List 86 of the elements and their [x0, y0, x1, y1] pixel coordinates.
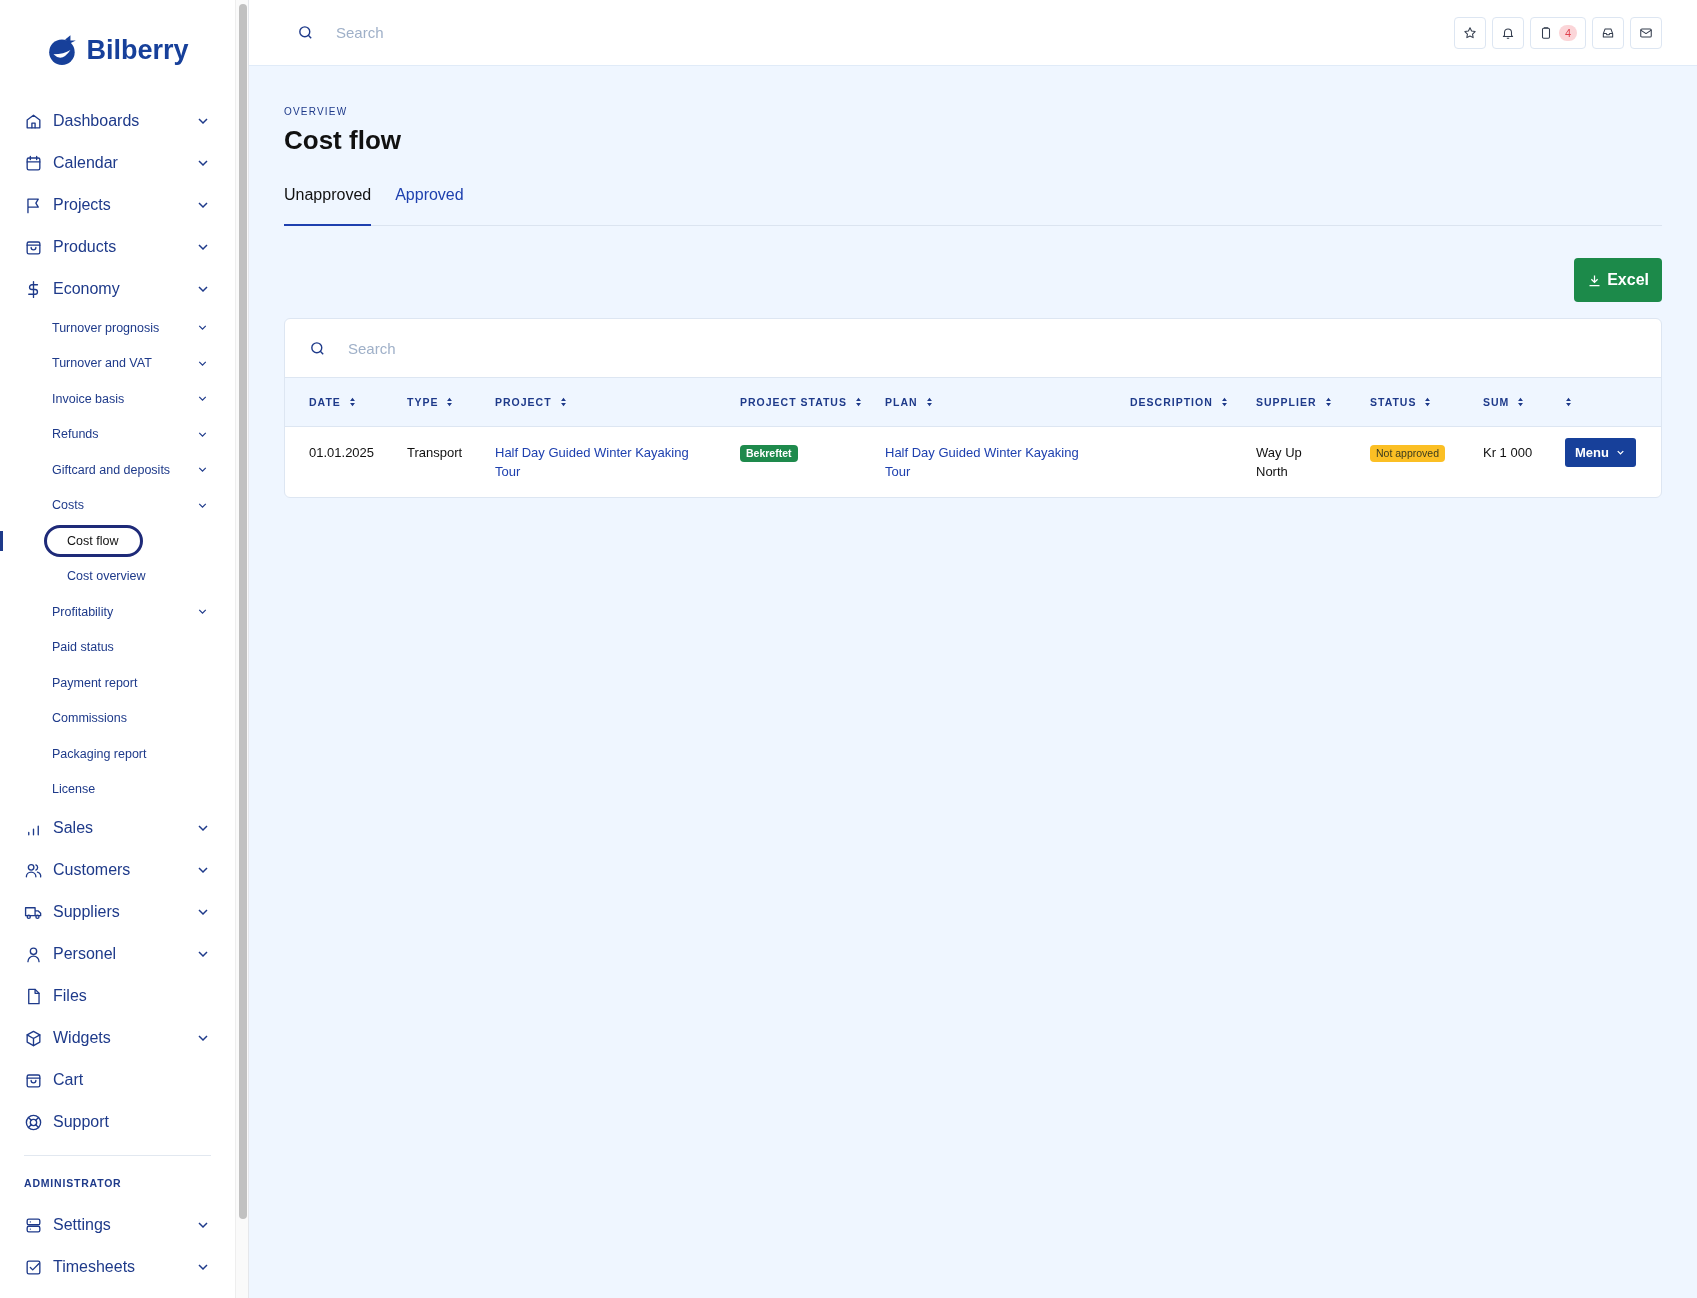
- nav-item[interactable]: Sales: [24, 807, 211, 849]
- table-cell: Way Up North: [1256, 445, 1302, 479]
- nav-item[interactable]: Projects: [24, 184, 211, 226]
- table-link[interactable]: Half Day Guided Winter Kayaking Tour: [885, 443, 1090, 481]
- nav-subitem[interactable]: Turnover prognosis: [24, 310, 211, 346]
- nav-subitem[interactable]: Payment report: [24, 665, 211, 701]
- nav-item[interactable]: Economy: [24, 268, 211, 310]
- nav-item[interactable]: Dashboards: [24, 100, 211, 142]
- sort-icon[interactable]: [446, 397, 454, 407]
- star-button[interactable]: [1453, 16, 1486, 49]
- column-header[interactable]: SUPPLIER: [1256, 396, 1317, 408]
- sort-icon[interactable]: [348, 397, 356, 407]
- nav-item[interactable]: Suppliers: [24, 891, 211, 933]
- nav-subitem[interactable]: Profitability: [24, 594, 211, 630]
- logo-text: Bilberry: [86, 34, 189, 66]
- bell-button[interactable]: [1491, 16, 1524, 49]
- inbox-icon: [1601, 25, 1615, 40]
- table-cell: Transport: [407, 445, 463, 460]
- column-header[interactable]: PLAN: [885, 396, 918, 408]
- sort-icon[interactable]: [1324, 397, 1332, 407]
- page-title: Cost flow: [284, 125, 402, 156]
- nav-item[interactable]: Timesheets: [24, 1246, 211, 1288]
- calendar-icon: [24, 153, 43, 173]
- sort-icon[interactable]: [1220, 397, 1228, 407]
- scrollbar[interactable]: [239, 4, 247, 1219]
- mail-button[interactable]: [1630, 16, 1662, 49]
- sort-icon[interactable]: [1565, 397, 1572, 407]
- section-label: ADMINISTRATOR: [24, 1176, 123, 1191]
- nav-item[interactable]: Settings: [24, 1204, 211, 1246]
- mail-icon: [1639, 25, 1653, 40]
- search-field[interactable]: Search: [334, 23, 1454, 42]
- column-header[interactable]: DATE: [309, 396, 341, 408]
- sort-icon[interactable]: [925, 397, 933, 407]
- star-icon: [1462, 25, 1477, 40]
- table-link[interactable]: Half Day Guided Winter Kayaking Tour: [495, 443, 700, 481]
- nav-subitem[interactable]: Cost overview: [40, 560, 149, 593]
- home-icon: [24, 111, 43, 131]
- nav-subitem[interactable]: Costs: [24, 487, 211, 523]
- search-icon: [297, 24, 314, 41]
- tab[interactable]: Unapproved: [284, 180, 372, 226]
- nav-item[interactable]: Widgets: [24, 1017, 211, 1059]
- nav-subitem[interactable]: Cost flow: [44, 524, 144, 557]
- cube-icon: [24, 1028, 43, 1048]
- status-badge: Not approved: [1370, 445, 1446, 462]
- table-cell: Kr 1 000: [1483, 445, 1533, 460]
- lifebuoy-icon: [24, 1112, 43, 1132]
- nav-item[interactable]: Products: [24, 226, 211, 268]
- column-header[interactable]: TYPE: [407, 396, 439, 408]
- menu-button[interactable]: Menu: [1565, 438, 1636, 467]
- column-header[interactable]: SUM: [1483, 396, 1510, 408]
- column-header[interactable]: DESCRIPTION: [1130, 396, 1213, 408]
- nav-item[interactable]: Customers: [24, 849, 211, 891]
- bell-icon: [1500, 25, 1515, 40]
- nav-item[interactable]: Files: [24, 975, 211, 1017]
- nav-subitem[interactable]: Packaging report: [24, 736, 211, 772]
- column-header[interactable]: STATUS: [1370, 396, 1417, 408]
- user-icon: [24, 944, 43, 964]
- inbox-button[interactable]: [1592, 16, 1624, 49]
- column-header[interactable]: PROJECT STATUS: [740, 396, 847, 408]
- active-indicator: [0, 531, 3, 551]
- status-badge: Bekreftet: [740, 445, 798, 462]
- table-cell: 01.01.2025: [309, 445, 375, 460]
- nav-item[interactable]: Calendar: [24, 142, 211, 184]
- nav-subitem[interactable]: Invoice basis: [24, 381, 211, 417]
- nav-item[interactable]: Support: [24, 1101, 211, 1143]
- tab[interactable]: Approved: [395, 180, 464, 226]
- notification-badge: 4: [1558, 24, 1577, 41]
- nav-item[interactable]: Cart: [24, 1059, 211, 1101]
- nav-subitem[interactable]: Paid status: [24, 629, 211, 665]
- nav-subitem[interactable]: Turnover and VAT: [24, 345, 211, 381]
- excel-export-button[interactable]: Excel: [1574, 258, 1662, 302]
- sort-icon[interactable]: [1424, 397, 1432, 407]
- table-search-field[interactable]: Search: [346, 338, 1637, 358]
- nav-subitem[interactable]: Refunds: [24, 416, 211, 452]
- nav-subitem[interactable]: License: [24, 771, 211, 807]
- checkbox-icon: [24, 1257, 43, 1277]
- server-icon: [24, 1215, 43, 1235]
- sort-icon[interactable]: [854, 397, 862, 407]
- nav-subitem[interactable]: Giftcard and deposits: [24, 452, 211, 488]
- column-header[interactable]: PROJECT: [495, 396, 552, 408]
- nav-item[interactable]: Personel: [24, 933, 211, 975]
- sort-icon[interactable]: [1517, 397, 1525, 407]
- nav-subitem[interactable]: Commissions: [24, 700, 211, 736]
- search-icon: [309, 339, 326, 357]
- sort-icon[interactable]: [559, 397, 567, 407]
- page-eyebrow: OVERVIEW: [284, 106, 349, 117]
